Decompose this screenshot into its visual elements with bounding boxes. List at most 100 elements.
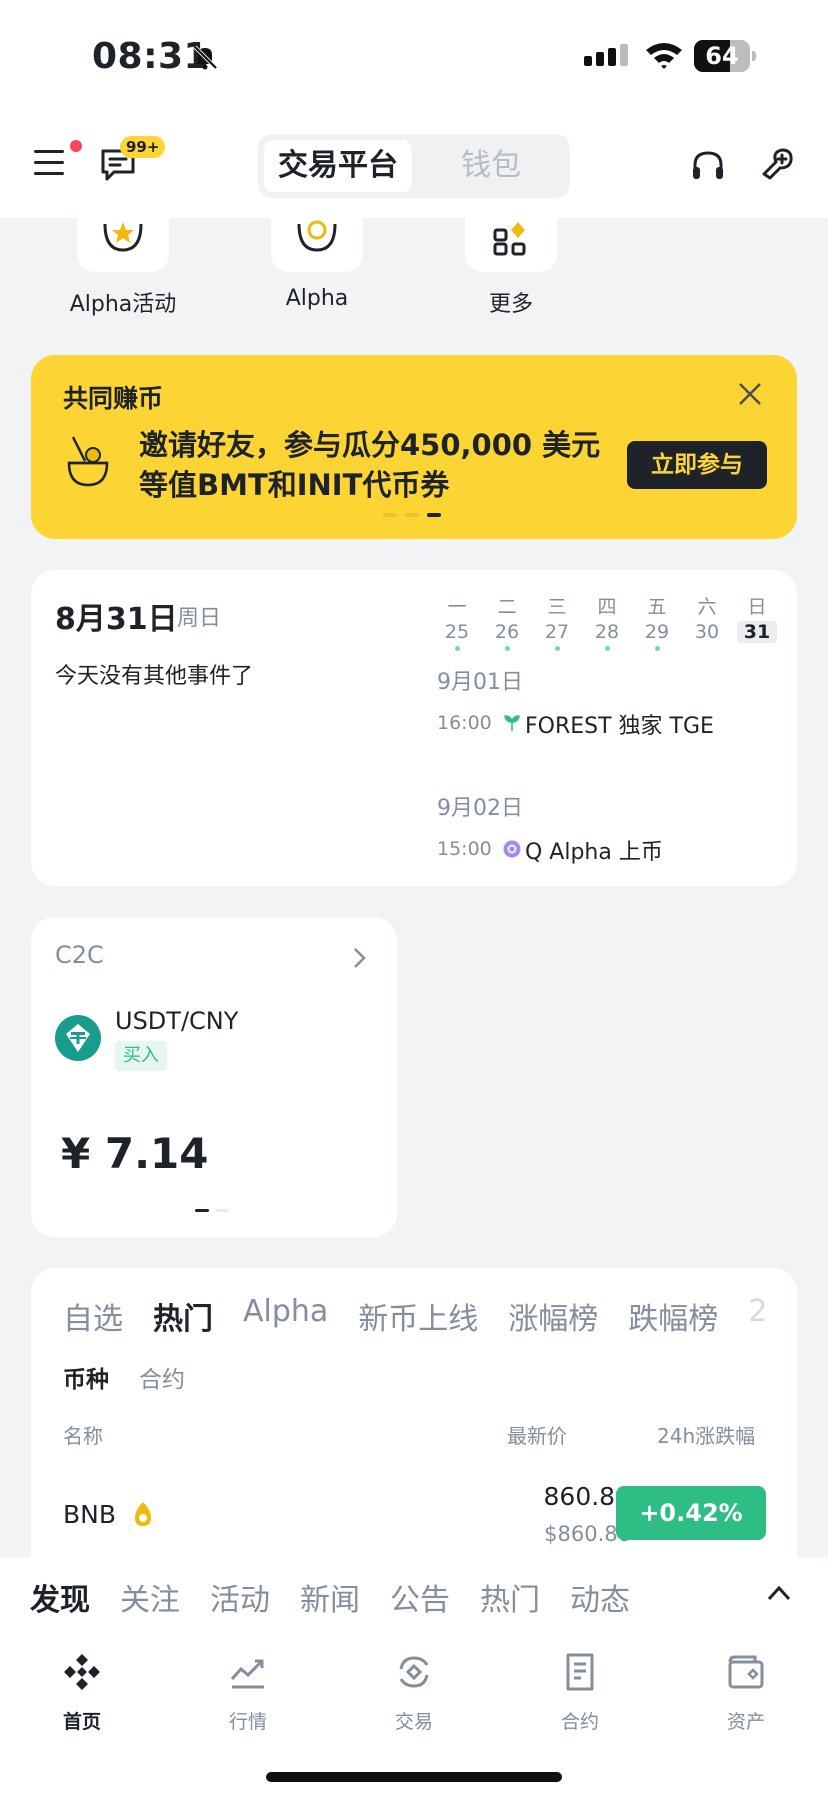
- nav-home[interactable]: 首页: [22, 1651, 142, 1734]
- column-price: 最新价: [507, 1424, 567, 1448]
- support-icon[interactable]: [758, 146, 796, 184]
- c2c-buy-tag[interactable]: 买入: [115, 1041, 167, 1071]
- tab-hot[interactable]: 热门: [153, 1294, 213, 1338]
- cellular-signal-icon: [584, 44, 628, 66]
- nav-markets[interactable]: 行情: [188, 1651, 308, 1734]
- platform-switch: 交易平台 钱包: [258, 134, 570, 198]
- feed-tab-activity[interactable]: 活动: [210, 1575, 270, 1619]
- menu-icon[interactable]: [34, 148, 68, 178]
- alpha-icon: [297, 220, 337, 252]
- nav-markets-label: 行情: [228, 1711, 267, 1733]
- sprout-icon: [504, 715, 520, 731]
- bell-off-icon: [193, 45, 218, 70]
- subtab-futures[interactable]: 合约: [139, 1360, 185, 1394]
- day-28[interactable]: 四 28: [587, 592, 627, 651]
- headset-icon[interactable]: [690, 148, 726, 184]
- chevron-right-icon[interactable]: [349, 945, 369, 971]
- quick-label-alpha: Alpha: [285, 286, 349, 311]
- battery-percent: 64: [705, 42, 739, 70]
- day-26[interactable]: 二 26: [487, 592, 527, 651]
- event-name[interactable]: Q Alpha 上币: [525, 834, 663, 866]
- column-change: 24h涨跌幅: [657, 1424, 756, 1448]
- tab-exchange[interactable]: 交易平台: [264, 140, 412, 192]
- c2c-pager: [195, 1209, 229, 1212]
- flame-icon: [135, 1502, 151, 1526]
- tab-gainers[interactable]: 涨幅榜: [508, 1294, 598, 1338]
- feed-tab-bar: 发现 关注 活动 新闻 公告 热门 动态: [0, 1557, 828, 1633]
- quick-alpha[interactable]: [271, 218, 363, 272]
- subtab-spot[interactable]: 币种: [63, 1360, 109, 1394]
- wallet-icon: [728, 1655, 764, 1689]
- c2c-card[interactable]: C2C USDT/CNY 买入 ¥ 7.14: [31, 917, 397, 1237]
- day-29[interactable]: 五 29: [637, 592, 677, 651]
- calendar-empty-text: 今天没有其他事件了: [55, 664, 254, 689]
- day-30[interactable]: 六 30: [687, 592, 727, 643]
- calendar-weekday: 周日: [177, 606, 222, 631]
- tab-wallet[interactable]: 钱包: [418, 140, 564, 192]
- nav-trade-label: 交易: [394, 1711, 433, 1733]
- event-time: 16:00: [437, 712, 492, 734]
- wifi-icon: [646, 43, 682, 69]
- day-27[interactable]: 三 27: [537, 592, 577, 651]
- contract-icon: [566, 1653, 594, 1691]
- event-date: 9月01日: [437, 670, 523, 695]
- c2c-title: C2C: [55, 941, 104, 969]
- message-badge: 99+: [120, 136, 166, 158]
- promo-banner[interactable]: 共同赚币 邀请好友，参与瓜分450,000 美元等值BMT和INIT代币券 立即…: [31, 355, 797, 539]
- feed-tab-updates[interactable]: 动态: [570, 1575, 630, 1619]
- tab-overflow[interactable]: 2: [748, 1294, 767, 1338]
- close-icon[interactable]: [737, 381, 763, 407]
- quick-alpha-activity[interactable]: [77, 218, 169, 272]
- c2c-price: ¥ 7.14: [61, 1129, 209, 1178]
- tab-alpha[interactable]: Alpha: [243, 1294, 328, 1338]
- nav-futures-label: 合约: [560, 1711, 599, 1733]
- tab-losers[interactable]: 跌幅榜: [628, 1294, 718, 1338]
- nav-assets-label: 资产: [726, 1711, 765, 1733]
- quick-more[interactable]: [465, 218, 557, 272]
- column-name: 名称: [63, 1424, 103, 1448]
- nav-home-label: 首页: [62, 1711, 101, 1733]
- join-now-button[interactable]: 立即参与: [627, 441, 767, 489]
- tab-new-listing[interactable]: 新币上线: [358, 1294, 478, 1338]
- quick-label-alpha-activity: Alpha活动: [69, 292, 177, 317]
- day-31[interactable]: 日 31: [737, 592, 777, 643]
- market-tabs: 自选 热门 Alpha 新币上线 涨幅榜 跌幅榜 2: [63, 1294, 767, 1338]
- day-25[interactable]: 一 25: [437, 592, 477, 651]
- banner-text: 邀请好友，参与瓜分450,000 美元等值BMT和INIT代币券: [139, 428, 601, 502]
- calendar-date: 8月31日: [55, 602, 178, 637]
- quick-label-more: 更多: [488, 292, 533, 317]
- feed-tab-following[interactable]: 关注: [120, 1575, 180, 1619]
- banner-pager: [383, 513, 441, 517]
- event-time: 15:00: [437, 838, 492, 860]
- feed-tab-discover[interactable]: 发现: [30, 1575, 90, 1619]
- week-strip: 一 25 二 26 三 27 四 28 五 29 六 30 日 31: [437, 592, 787, 652]
- notification-dot: [70, 140, 82, 152]
- feed-tab-announcement[interactable]: 公告: [390, 1575, 450, 1619]
- bottom-nav: 首页 行情 交易 合约 资产: [0, 1633, 828, 1795]
- more-grid-icon: [493, 222, 526, 256]
- event-date: 9月02日: [437, 796, 523, 821]
- coconut-drink-icon: [67, 436, 109, 487]
- status-bar: 08:31 64: [0, 0, 828, 110]
- chevron-up-icon[interactable]: [766, 1583, 792, 1603]
- feed-tab-hot[interactable]: 热门: [480, 1575, 540, 1619]
- nav-futures[interactable]: 合约: [520, 1651, 640, 1734]
- market-subtabs: 币种 合约: [63, 1360, 185, 1394]
- feed-tab-news[interactable]: 新闻: [300, 1575, 360, 1619]
- battery-indicator: 64: [694, 40, 756, 72]
- binance-home-icon: [64, 1654, 100, 1690]
- coin-price: 860.86: [543, 1482, 631, 1511]
- home-indicator: [266, 1772, 562, 1782]
- alpha-badge-icon: [503, 840, 521, 858]
- market-card: 自选 热门 Alpha 新币上线 涨幅榜 跌幅榜 2 币种 合约 名称 最新价 …: [31, 1268, 797, 1568]
- event-name[interactable]: FOREST 独家 TGE: [525, 708, 714, 740]
- trade-icon: [399, 1656, 429, 1688]
- nav-trade[interactable]: 交易: [354, 1651, 474, 1734]
- top-nav: 99+ 交易平台 钱包: [0, 110, 828, 218]
- feed-tabs: 发现 关注 活动 新闻 公告 热门 动态: [30, 1575, 630, 1619]
- nav-assets[interactable]: 资产: [686, 1651, 806, 1734]
- coin-change-badge[interactable]: +0.42%: [616, 1486, 766, 1540]
- tab-favorites[interactable]: 自选: [63, 1294, 123, 1338]
- usdt-logo-icon: [55, 1015, 101, 1061]
- event-calendar-card[interactable]: 8月31日 周日 今天没有其他事件了 一 25 二 26 三 27 四 28 五 29 六…: [31, 570, 797, 886]
